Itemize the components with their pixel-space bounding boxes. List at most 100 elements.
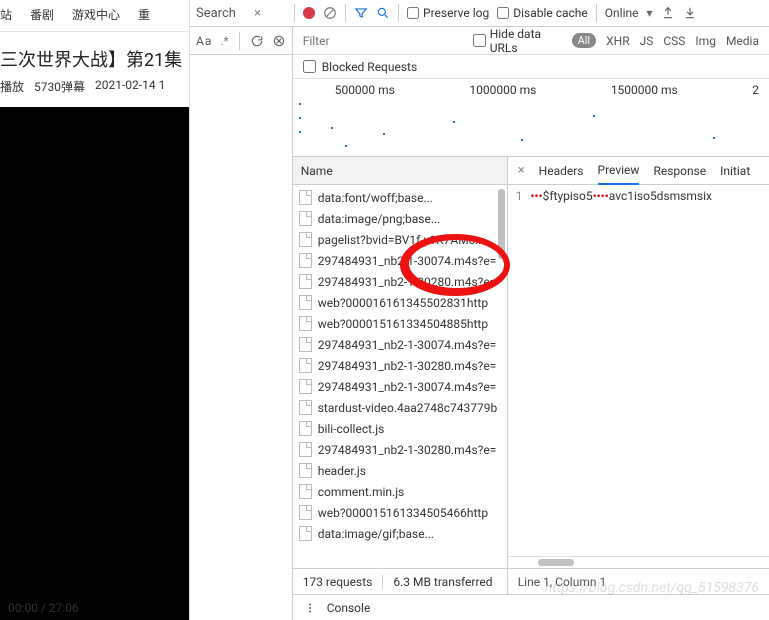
file-icon	[299, 337, 312, 352]
horizontal-scrollbar[interactable]	[508, 556, 769, 568]
table-row[interactable]: 297484931_nb2-1-30074.m4s?e=	[293, 250, 507, 271]
request-name: web?000015161334505466http	[318, 506, 488, 520]
request-name: bili-collect.js	[318, 422, 385, 436]
close-icon[interactable]: ×	[254, 6, 261, 21]
network-status-bar: 173 requests 6.3 MB transferred	[293, 568, 507, 594]
console-drawer[interactable]: Console	[293, 594, 769, 620]
file-icon	[299, 526, 312, 541]
table-row[interactable]: web?000015161334505466http	[293, 502, 507, 523]
table-row[interactable]: 297484931_nb2-1-30074.m4s?e=	[293, 376, 507, 397]
download-icon[interactable]	[683, 6, 697, 20]
network-filter-bar: Hide data URLs All XHR JS CSS Img Media	[293, 27, 769, 55]
video-plays: 播放	[0, 78, 24, 95]
disable-cache-checkbox[interactable]: Disable cache	[497, 6, 588, 20]
clear-icon[interactable]	[323, 6, 337, 20]
timeline-tick: 500000 ms	[335, 83, 395, 97]
filter-js[interactable]: JS	[640, 34, 654, 48]
video-title: 三次世界大战】第21集	[0, 46, 189, 72]
watermark: https://blog.csdn.net/qq_51598376	[545, 580, 759, 596]
nav-link[interactable]: 重	[138, 6, 150, 23]
request-name: 297484931_nb2-1-30280.m4s?e=	[318, 359, 497, 373]
file-icon	[299, 190, 312, 205]
file-icon	[299, 211, 312, 226]
tab-preview[interactable]: Preview	[598, 163, 640, 185]
nav-link[interactable]: 站	[0, 6, 12, 23]
tab-initiator[interactable]: Initiat	[720, 164, 750, 178]
video-danmaku: 5730弹幕	[34, 78, 85, 95]
table-row[interactable]: bili-collect.js	[293, 418, 507, 439]
tab-response[interactable]: Response	[653, 164, 706, 178]
request-name: 297484931_nb2-1-30074.m4s?e=	[318, 380, 497, 394]
filter-icon[interactable]	[354, 6, 368, 20]
request-name: 297484931_nb2-1-30074.m4s?e=	[318, 254, 497, 268]
timeline-tick: 1000000 ms	[469, 83, 536, 97]
file-icon	[299, 253, 312, 268]
table-row[interactable]: data:font/woff;base...	[293, 187, 507, 208]
file-icon	[299, 400, 312, 415]
match-case-button[interactable]: Aa	[196, 34, 212, 48]
table-row[interactable]: web?000016161345502831http	[293, 292, 507, 313]
request-name: data:image/png;base...	[318, 212, 441, 226]
file-icon	[299, 505, 312, 520]
search-icon[interactable]	[376, 6, 390, 20]
table-row[interactable]: pagelist?bvid=BV1f-y1K7AMc...	[293, 229, 507, 250]
scrollbar-thumb[interactable]	[498, 189, 505, 259]
request-name: web?000015161334504885http	[318, 317, 488, 331]
video-player[interactable]: 00:00 / 27:06	[0, 107, 189, 620]
search-panel-label[interactable]: Search	[196, 6, 248, 21]
transferred-size: 6.3 MB transferred	[393, 575, 492, 589]
table-row[interactable]: 297484931_nb2-1-30280.m4s?e=	[293, 355, 507, 376]
tab-headers[interactable]: Headers	[539, 164, 584, 178]
blocked-requests-checkbox[interactable]	[303, 60, 316, 73]
hide-data-urls-checkbox[interactable]: Hide data URLs	[473, 27, 562, 55]
nav-link[interactable]: 番剧	[30, 6, 54, 23]
chevron-down-icon[interactable]: ▾	[647, 6, 653, 20]
timeline-tick: 1500000 ms	[611, 83, 678, 97]
response-preview[interactable]: 1•••$ftypiso5••••avc1iso5dsmsmsix	[508, 185, 769, 556]
filter-input[interactable]	[303, 34, 463, 48]
filter-media[interactable]: Media	[726, 34, 759, 48]
file-icon	[299, 379, 312, 394]
refresh-icon[interactable]	[250, 34, 264, 48]
preserve-log-checkbox[interactable]: Preserve log	[407, 6, 489, 20]
throttling-select[interactable]: Online	[605, 6, 639, 20]
filter-all[interactable]: All	[572, 33, 597, 48]
request-name: web?000016161345502831http	[318, 296, 488, 310]
video-date: 2021-02-14 1	[95, 78, 165, 95]
request-name: data:font/woff;base...	[318, 191, 433, 205]
file-icon	[299, 316, 312, 331]
timeline-tick: 2	[752, 83, 759, 97]
clear-search-icon[interactable]	[272, 34, 286, 48]
nav-link[interactable]: 游戏中心	[72, 6, 120, 23]
network-timeline[interactable]: 500000 ms 1000000 ms 1500000 ms 2	[293, 79, 769, 157]
table-row[interactable]: header.js	[293, 460, 507, 481]
table-row[interactable]: data:image/png;base...	[293, 208, 507, 229]
name-column-header[interactable]: Name	[293, 157, 507, 185]
file-icon	[299, 295, 312, 310]
table-row[interactable]: 297484931_nb2-1-30074.m4s?e=	[293, 334, 507, 355]
request-name: data:image/gif;base...	[318, 527, 434, 541]
regex-button[interactable]: .*	[220, 34, 228, 48]
table-row[interactable]: data:image/gif;base...	[293, 523, 507, 544]
record-button[interactable]	[303, 7, 315, 19]
file-icon	[299, 232, 312, 247]
request-name: stardust-video.4aa2748c743779b	[318, 401, 498, 415]
upload-icon[interactable]	[661, 6, 675, 20]
table-row[interactable]: 297484931_nb2-1-30280.m4s?e=	[293, 271, 507, 292]
close-icon[interactable]: ×	[518, 163, 525, 178]
request-name: 297484931_nb2-1-30074.m4s?e=	[318, 338, 497, 352]
table-row[interactable]: 297484931_nb2-1-30280.m4s?e=	[293, 439, 507, 460]
table-row[interactable]: comment.min.js	[293, 481, 507, 502]
table-row[interactable]: stardust-video.4aa2748c743779b	[293, 397, 507, 418]
request-name: pagelist?bvid=BV1f-y1K7AMc...	[318, 233, 485, 247]
site-top-nav: 站 番剧 游戏中心 重	[0, 0, 189, 32]
more-icon[interactable]	[303, 601, 317, 615]
network-request-list[interactable]: data:font/woff;base... data:image/png;bas…	[293, 185, 507, 568]
file-icon	[299, 274, 312, 289]
search-sidebar-toolbar: Aa .*	[190, 27, 292, 55]
filter-img[interactable]: Img	[695, 34, 716, 48]
filter-css[interactable]: CSS	[663, 34, 685, 48]
request-name: 297484931_nb2-1-30280.m4s?e=	[318, 275, 497, 289]
table-row[interactable]: web?000015161334504885http	[293, 313, 507, 334]
filter-xhr[interactable]: XHR	[606, 34, 629, 48]
